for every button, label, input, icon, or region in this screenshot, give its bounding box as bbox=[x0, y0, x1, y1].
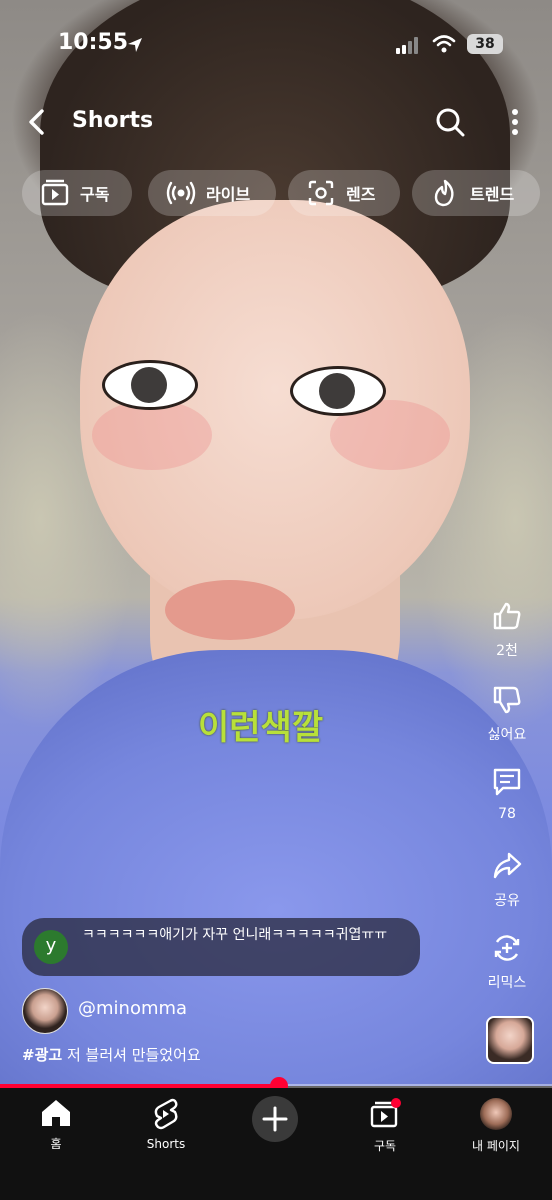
video-blush-left bbox=[92, 400, 212, 470]
status-bar: 10:55 38 bbox=[0, 0, 552, 90]
share-label: 공유 bbox=[494, 893, 520, 909]
shorts-icon bbox=[154, 1098, 178, 1130]
video-eye-left bbox=[102, 360, 198, 410]
remix-icon bbox=[494, 935, 520, 961]
share-button[interactable]: 공유 bbox=[462, 850, 552, 910]
category-chips: 구독 라이브 렌즈 트렌드 bbox=[22, 170, 552, 218]
nav-my-page[interactable]: 내 페이지 bbox=[446, 1098, 546, 1154]
nav-subscriptions[interactable]: 구독 bbox=[335, 1098, 435, 1154]
chip-label: 라이브 bbox=[206, 185, 251, 204]
commenter-avatar: y bbox=[34, 930, 68, 964]
chip-label: 트렌드 bbox=[470, 185, 515, 204]
chip-trend[interactable]: 트렌드 bbox=[412, 170, 540, 216]
live-icon bbox=[166, 181, 196, 205]
comment-count: 78 bbox=[498, 806, 516, 822]
location-arrow-icon bbox=[128, 38, 142, 52]
like-count: 2천 bbox=[496, 643, 518, 659]
nav-home[interactable]: 홈 bbox=[6, 1098, 106, 1152]
thumbs-up-icon bbox=[493, 602, 521, 630]
video-lips bbox=[165, 580, 295, 640]
nav-subscriptions-label: 구독 bbox=[373, 1139, 397, 1153]
subscriptions-icon bbox=[370, 1098, 401, 1128]
comment-text: ㅋㅋㅋㅋㅋㅋ애기가 자꾸 언니래ㅋㅋㅋㅋㅋ귀엽ㅠㅠ bbox=[82, 927, 388, 943]
top-bar: Shorts bbox=[0, 100, 552, 144]
nav-shorts-label: Shorts bbox=[146, 1137, 186, 1151]
channel-avatar[interactable] bbox=[22, 988, 68, 1034]
chip-label: 렌즈 bbox=[346, 185, 376, 204]
subscriptions-icon bbox=[41, 179, 69, 206]
bottom-navigation: 홈 Shorts 구독 내 페이지 bbox=[0, 1088, 552, 1200]
comment-icon bbox=[493, 768, 521, 796]
share-icon bbox=[493, 852, 522, 879]
hashtag-link[interactable]: #광고 bbox=[22, 1046, 62, 1064]
sound-remix-thumbnail[interactable] bbox=[486, 1016, 534, 1064]
nav-my-page-label: 내 페이지 bbox=[472, 1139, 520, 1153]
search-icon[interactable] bbox=[434, 106, 466, 138]
video-caption: 이런색깔 bbox=[198, 708, 324, 748]
battery-indicator: 38 bbox=[467, 34, 503, 54]
shorts-screen: 이런색깔 10:55 38 Shorts 구독 라이브 렌즈 트렌드 2천 싫어… bbox=[0, 0, 552, 1200]
remix-label: 리믹스 bbox=[487, 975, 527, 991]
description-text: 저 블러셔 만들었어요 bbox=[66, 1046, 201, 1064]
home-icon bbox=[42, 1100, 70, 1126]
like-button[interactable]: 2천 bbox=[462, 600, 552, 660]
trend-icon bbox=[434, 179, 454, 207]
create-button[interactable] bbox=[252, 1096, 298, 1142]
video-eye-right bbox=[290, 366, 386, 416]
profile-avatar bbox=[480, 1098, 512, 1130]
video-description[interactable]: #광고 저 블러셔 만들었어요 bbox=[22, 1044, 201, 1065]
lens-icon bbox=[308, 180, 334, 206]
status-time: 10:55 bbox=[58, 30, 129, 55]
thumbs-down-icon bbox=[493, 686, 521, 714]
cellular-signal-icon bbox=[396, 37, 418, 54]
channel-handle[interactable]: @minomma bbox=[78, 998, 187, 1019]
dislike-button[interactable]: 싫어요 bbox=[462, 684, 552, 744]
dislike-label: 싫어요 bbox=[487, 727, 527, 743]
plus-icon bbox=[262, 1106, 288, 1132]
nav-shorts[interactable]: Shorts bbox=[116, 1098, 216, 1151]
comment-preview[interactable]: y ㅋㅋㅋㅋㅋㅋ애기가 자꾸 언니래ㅋㅋㅋㅋㅋ귀엽ㅠㅠ bbox=[22, 918, 420, 976]
nav-home-label: 홈 bbox=[50, 1137, 62, 1151]
wifi-icon bbox=[432, 35, 456, 53]
chip-label: 구독 bbox=[80, 185, 110, 204]
remix-button[interactable]: 리믹스 bbox=[462, 932, 552, 992]
page-title: Shorts bbox=[72, 108, 154, 133]
more-vertical-icon[interactable] bbox=[508, 108, 522, 136]
chip-subscriptions[interactable]: 구독 bbox=[22, 170, 132, 216]
comments-button[interactable]: 78 bbox=[462, 766, 552, 822]
chip-lens[interactable]: 렌즈 bbox=[288, 170, 400, 216]
chip-live[interactable]: 라이브 bbox=[148, 170, 276, 216]
back-arrow-icon[interactable] bbox=[26, 108, 50, 136]
